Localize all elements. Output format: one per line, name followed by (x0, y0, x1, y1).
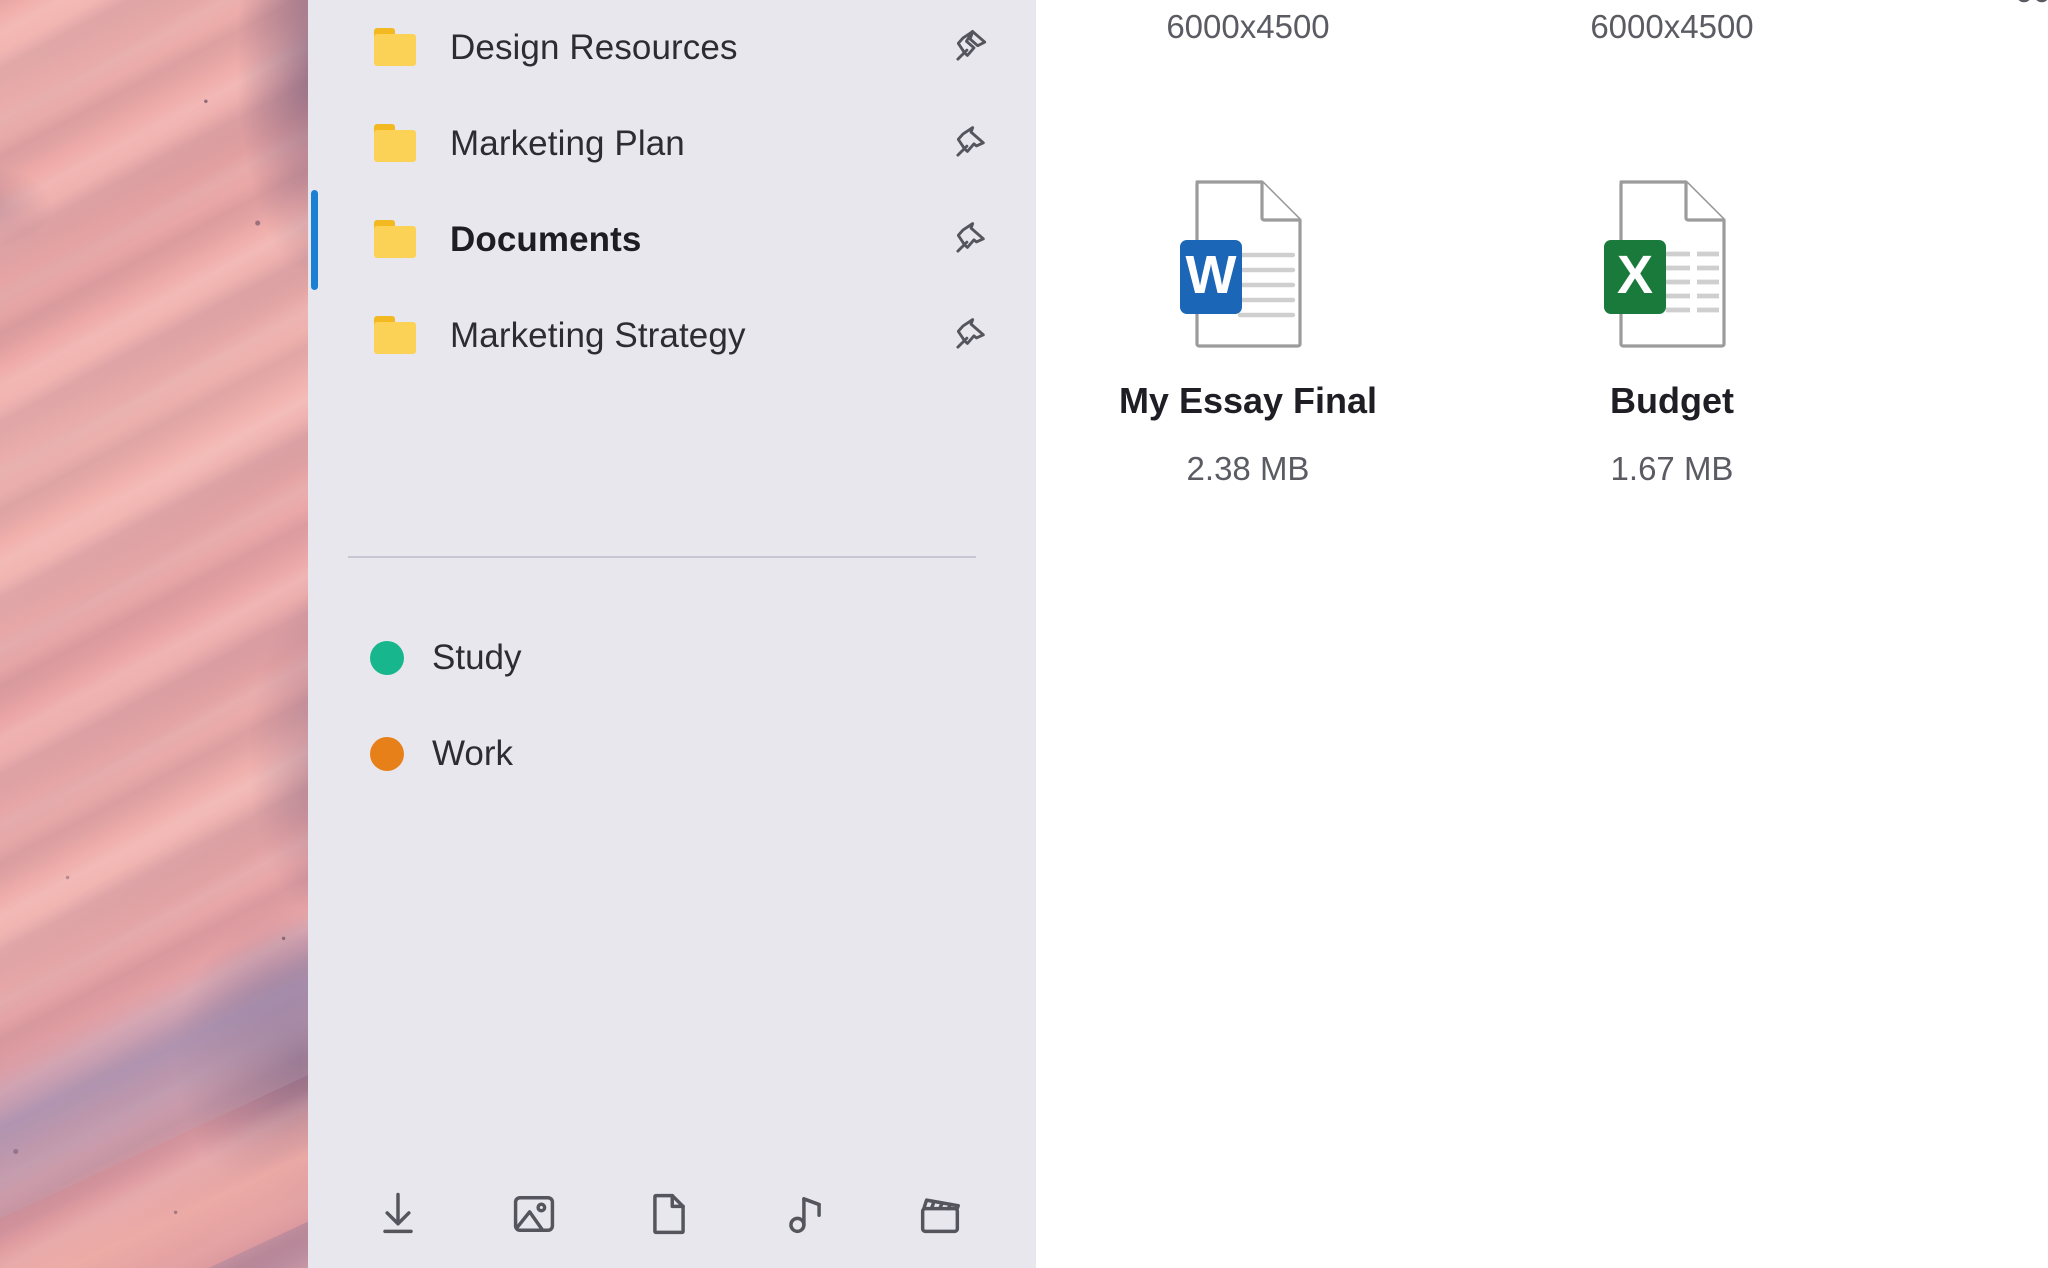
sidebar-item-work[interactable]: Work (308, 706, 1036, 802)
selection-indicator (311, 190, 318, 290)
tag-color-dot (370, 641, 404, 675)
folder-label: Design Resources (450, 28, 738, 67)
file-dimensions: 6000x4500 (2014, 0, 2048, 7)
file-manager-window: Design Resources Marketing Plan Document… (0, 0, 2048, 1268)
tag-color-dot (370, 737, 404, 771)
tag-label: Work (432, 734, 514, 773)
svg-text:X: X (1617, 245, 1653, 305)
folder-label: Documents (450, 220, 642, 259)
svg-text:W: W (1186, 245, 1237, 305)
file-item-my-essay-final[interactable]: W My Essay Final 2.38 MB (1036, 178, 1460, 488)
download-icon[interactable] (370, 1186, 426, 1242)
sidebar-item-marketing-strategy[interactable]: Marketing Strategy (308, 288, 1036, 384)
excel-document-icon: X (1604, 178, 1740, 348)
tag-list: Study Work (308, 610, 1036, 802)
tag-label: Study (432, 638, 522, 677)
sidebar-item-marketing-plan[interactable]: Marketing Plan (308, 96, 1036, 192)
pin-icon[interactable] (946, 313, 992, 359)
file-dimensions: 6000x4500 (1166, 8, 1330, 45)
folder-icon (374, 220, 422, 260)
file-item[interactable]: 6000x4500 (1884, 0, 2048, 43)
sidebar-item-design-resources[interactable]: Design Resources (308, 0, 1036, 96)
file-grid-area[interactable]: Image 23 6000x4500 Another Mountain 6000… (1036, 0, 2048, 1268)
file-size: 2.38 MB (1186, 450, 1310, 487)
video-icon[interactable] (912, 1186, 968, 1242)
document-file-row: W My Essay Final 2.38 MB X Budget 1.67 M… (1036, 178, 2048, 488)
folder-icon (374, 316, 422, 356)
file-item-budget[interactable]: X Budget 1.67 MB (1460, 178, 1884, 488)
file-item[interactable]: Image 23 6000x4500 (1036, 0, 1460, 43)
folder-list: Design Resources Marketing Plan Document… (308, 0, 1036, 384)
file-name: My Essay Final (1118, 380, 1378, 421)
file-type-filter-bar (308, 1186, 1036, 1242)
pin-icon[interactable] (946, 121, 992, 167)
file-item[interactable]: Another Mountain 6000x4500 (1460, 0, 1884, 43)
file-name: Budget (1610, 380, 1734, 421)
sidebar-divider (348, 556, 976, 558)
pin-icon[interactable] (946, 25, 992, 71)
sidebar-item-documents[interactable]: Documents (308, 190, 1036, 290)
file-size: 1.67 MB (1610, 450, 1734, 487)
image-icon[interactable] (506, 1186, 562, 1242)
document-icon[interactable] (641, 1186, 697, 1242)
pin-icon[interactable] (946, 217, 992, 263)
word-document-icon: W (1180, 178, 1316, 348)
wallpaper-rock-specks (0, 0, 308, 1268)
folder-icon (374, 124, 422, 164)
folder-label: Marketing Plan (450, 124, 685, 163)
desktop-wallpaper (0, 0, 308, 1268)
file-dimensions: 6000x4500 (1590, 8, 1754, 45)
sidebar-item-study[interactable]: Study (308, 610, 1036, 706)
sidebar-panel: Design Resources Marketing Plan Document… (308, 0, 1036, 1268)
folder-label: Marketing Strategy (450, 316, 746, 355)
music-icon[interactable] (777, 1186, 833, 1242)
image-file-row: Image 23 6000x4500 Another Mountain 6000… (1036, 0, 2048, 43)
folder-icon (374, 28, 422, 68)
